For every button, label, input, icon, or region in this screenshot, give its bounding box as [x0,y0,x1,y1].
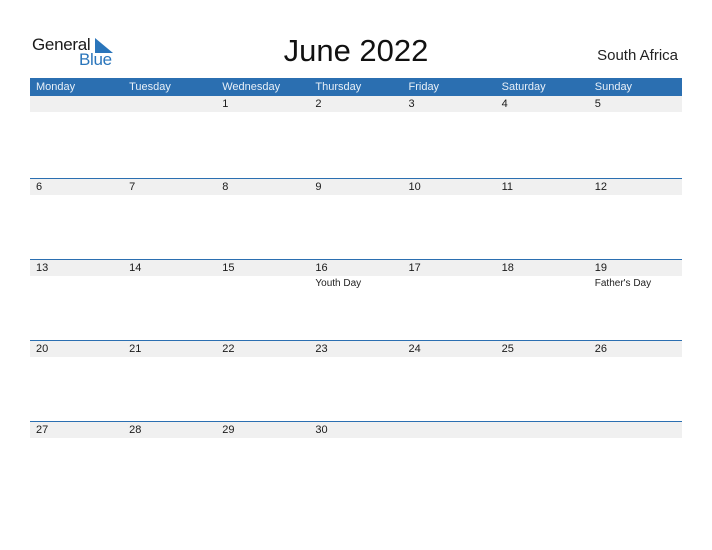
day-cell: 3 [403,96,496,114]
day-number: 2 [315,98,322,110]
day-cell: 6 [30,179,123,197]
day-number: 22 [222,343,235,355]
day-number: 28 [129,424,142,436]
day-cell: 24 [403,341,496,359]
day-number: 5 [594,98,601,110]
day-number: 16 [315,262,328,274]
day-cell: 15 [216,260,309,290]
day-cell: 5 [589,96,682,114]
weekday-wednesday: Wednesday [222,81,281,93]
week-row: 27 28 29 30 [30,421,682,502]
day-number: 12 [594,181,607,193]
day-number: 6 [36,181,43,193]
day-cell: 28 [123,422,216,440]
day-cell [496,422,589,440]
day-number [129,96,216,112]
day-cell: 2 [309,96,402,114]
week-cells: 6 7 8 9 10 11 12 [30,179,682,197]
holiday-label: Youth Day [315,278,362,289]
week-cells: 27 28 29 30 [30,422,682,440]
day-cell: 21 [123,341,216,359]
day-number: 14 [129,262,142,274]
day-number: 10 [408,181,421,193]
day-number: 15 [222,262,235,274]
day-cell [403,422,496,440]
day-number: 3 [408,98,415,110]
day-cell: 10 [403,179,496,197]
day-number: 30 [315,424,328,436]
weekday-sunday: Sunday [594,81,633,93]
day-number [409,422,496,438]
day-cell: 11 [496,179,589,197]
day-number: 7 [129,181,136,193]
day-cell: 1 [216,96,309,114]
week-cells: 13 14 15 16 Youth Day 17 18 19 Father's Day [30,260,682,290]
day-cell: 16 Youth Day [309,260,402,290]
day-number: 23 [315,343,328,355]
country-label: South Africa [597,47,678,64]
day-number: 13 [36,262,49,274]
week-row: 13 14 15 16 Youth Day 17 18 19 Father's Day [30,259,682,340]
day-cell [123,96,216,114]
day-cell: 30 [309,422,402,440]
weekday-saturday: Saturday [501,81,546,93]
day-cell: 20 [30,341,123,359]
day-number: 25 [501,343,514,355]
day-cell: 12 [589,179,682,197]
day-number: 17 [408,262,421,274]
day-number: 29 [222,424,235,436]
day-number: 9 [315,181,322,193]
weekday-monday: Monday [36,81,76,93]
day-cell: 25 [496,341,589,359]
day-number [36,96,123,112]
week-cells: 1 2 3 4 5 [30,96,682,114]
weekday-tuesday: Tuesday [129,81,171,93]
day-number [502,422,589,438]
day-number: 19 [594,262,607,274]
day-cell: 9 [309,179,402,197]
day-number [595,422,682,438]
day-cell: 22 [216,341,309,359]
day-cell: 18 [496,260,589,290]
day-number: 1 [222,98,229,110]
day-cell: 8 [216,179,309,197]
day-cell [30,96,123,114]
weekday-friday: Friday [408,81,440,93]
day-cell: 27 [30,422,123,440]
day-number: 4 [501,98,508,110]
week-row: 20 21 22 23 24 25 26 [30,340,682,421]
day-cell: 26 [589,341,682,359]
holiday-label: Father's Day [594,278,652,289]
day-cell: 7 [123,179,216,197]
day-number: 24 [408,343,421,355]
day-cell: 4 [496,96,589,114]
day-number: 20 [36,343,49,355]
day-number: 27 [36,424,49,436]
day-cell: 23 [309,341,402,359]
day-number: 11 [501,181,514,193]
day-cell: 17 [403,260,496,290]
week-cells: 20 21 22 23 24 25 26 [30,341,682,359]
day-number: 21 [129,343,142,355]
day-cell: 19 Father's Day [589,260,682,290]
day-number: 8 [222,181,229,193]
day-cell: 29 [216,422,309,440]
weekday-header: Monday Tuesday Wednesday Thursday Friday… [30,78,682,96]
day-number: 18 [501,262,514,274]
day-cell [589,422,682,440]
week-row: 1 2 3 4 5 [30,96,682,177]
day-cell: 14 [123,260,216,290]
day-number: 26 [594,343,607,355]
day-cell: 13 [30,260,123,290]
week-row: 6 7 8 9 10 11 12 [30,178,682,259]
weekday-thursday: Thursday [315,81,362,93]
